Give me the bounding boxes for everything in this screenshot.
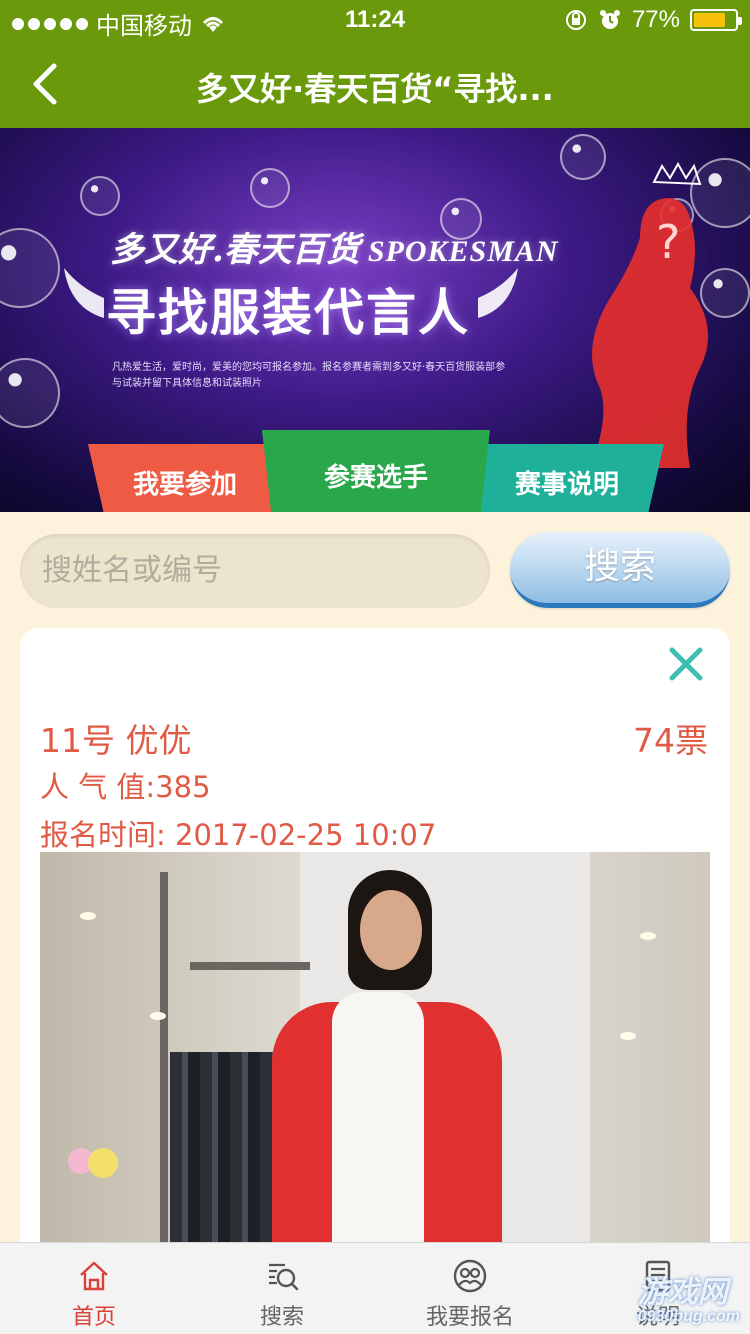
photo-person-top xyxy=(332,992,424,1252)
signup-icon xyxy=(453,1259,487,1293)
bottom-tab-search-label: 搜索 xyxy=(259,1305,304,1330)
tab-players-label: 参赛选手 xyxy=(323,462,428,493)
tab-join-label: 我要参加 xyxy=(132,469,237,500)
status-bar: 中国移动 11:24 77% xyxy=(0,0,750,40)
battery-percent: 77% xyxy=(631,6,680,33)
photo-rack-bar xyxy=(190,962,310,970)
contestant-name: 11号 优优 xyxy=(40,721,192,760)
banner-brand-cn: 多又好.春天百货 xyxy=(110,230,360,270)
watermark: 游戏网 0930bug.com xyxy=(638,1278,740,1326)
banner-tabs: 我要参加 赛事说明 参赛选手 xyxy=(0,430,750,512)
home-icon xyxy=(80,1261,108,1291)
svg-text:?: ? xyxy=(656,215,680,269)
close-icon[interactable] xyxy=(666,644,706,684)
photo-lamp xyxy=(80,912,96,920)
banner-brand-en: SPOKESMAN xyxy=(367,235,559,268)
photo-lamp xyxy=(640,932,656,940)
photo-rack xyxy=(160,872,168,1252)
bottom-tab-search[interactable]: 搜索 xyxy=(188,1243,376,1334)
tab-rules-label: 赛事说明 xyxy=(514,469,619,500)
contestant-photo[interactable] xyxy=(40,852,710,1252)
tab-join[interactable]: 我要参加 xyxy=(88,444,282,512)
bubble-decoration xyxy=(250,168,290,208)
wing-left-icon xyxy=(64,268,104,318)
tab-players[interactable]: 参赛选手 xyxy=(262,430,490,512)
banner-headline: 多又好.春天百货 SPOKESMAN xyxy=(110,222,559,271)
watermark-sub: 0930bug.com xyxy=(637,1308,740,1325)
alarm-icon xyxy=(599,10,620,29)
search-icon xyxy=(269,1263,299,1291)
signup-time: 报名时间: 2017-02-25 10:07 xyxy=(40,818,437,852)
photo-lamp xyxy=(620,1032,636,1040)
bottom-tab-signup[interactable]: 我要报名 xyxy=(376,1243,564,1334)
status-right: 77% xyxy=(564,6,742,34)
back-button[interactable] xyxy=(22,58,72,110)
bubble-decoration xyxy=(80,176,120,216)
contestant-card: 11号 优优 74票 人 气 值:385 报名时间: 2017-02-25 10… xyxy=(20,628,730,1328)
battery-icon xyxy=(690,9,742,31)
vote-count: 74票 xyxy=(633,721,708,760)
banner-description: 凡热爱生活，爱时尚，爱美的您均可报名参加。报名参赛者需到多又好·春天百货服装部参… xyxy=(112,362,506,389)
bottom-tab-signup-label: 我要报名 xyxy=(425,1305,514,1330)
search-button[interactable]: 搜索 xyxy=(510,532,730,608)
nav-bar: 多又好·春天百货“寻找... xyxy=(0,40,750,128)
bubble-decoration xyxy=(0,358,60,428)
photo-person-face xyxy=(360,890,422,970)
photo-lamp xyxy=(150,1012,166,1020)
search-input[interactable]: 搜姓名或编号 xyxy=(20,534,490,608)
battery-fill xyxy=(694,13,725,27)
bottom-tab-home-label: 首页 xyxy=(71,1305,116,1330)
bottom-tab-home[interactable]: 首页 xyxy=(0,1243,188,1334)
banner-subheadline: 寻找服装代言人 xyxy=(106,284,470,342)
bubble-decoration xyxy=(0,228,60,308)
tab-rules[interactable]: 赛事说明 xyxy=(470,444,664,512)
rotation-lock-icon xyxy=(565,10,586,30)
photo-balloon xyxy=(88,1148,118,1178)
watermark-text: 游戏网 xyxy=(637,1276,728,1309)
popularity-value: 人 气 值:385 xyxy=(40,770,211,804)
page-title: 多又好·春天百货“寻找... xyxy=(196,70,554,108)
